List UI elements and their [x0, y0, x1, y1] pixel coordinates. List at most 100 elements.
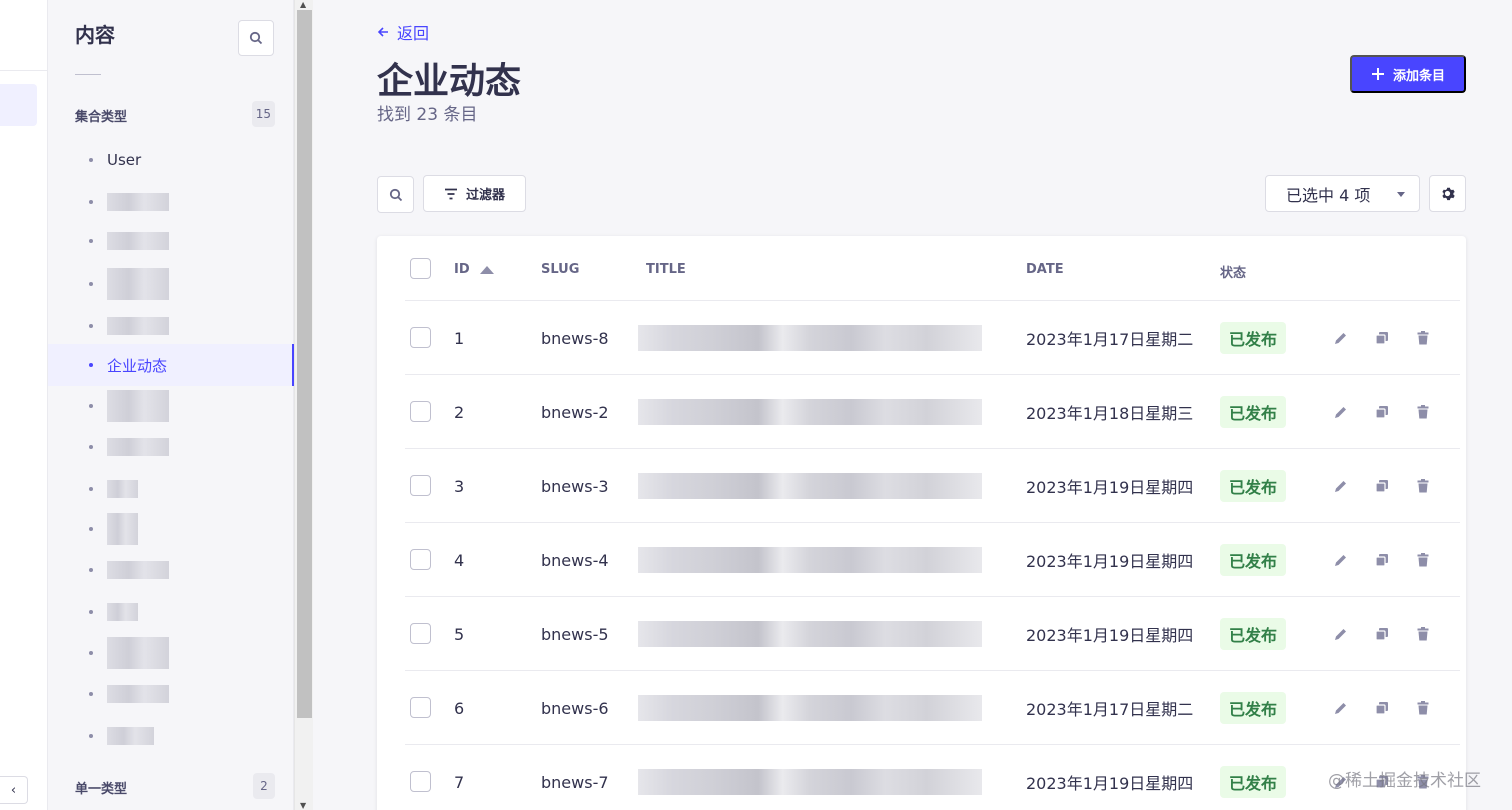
sidebar-item[interactable]: User	[48, 139, 294, 181]
table-header: ID SLUG TITLE DATE 状态	[405, 236, 1460, 301]
column-date-header[interactable]: DATE	[1026, 262, 1064, 277]
collapse-nav-button[interactable]: ‹	[0, 776, 28, 804]
sidebar-item[interactable]	[48, 549, 294, 591]
sidebar-item[interactable]	[48, 508, 294, 550]
sidebar-item-label	[107, 317, 169, 335]
sidebar-item[interactable]	[48, 181, 294, 223]
row-id: 4	[454, 550, 465, 570]
row-checkbox[interactable]	[410, 401, 431, 422]
sidebar-search-button[interactable]	[238, 20, 274, 56]
row-checkbox[interactable]	[410, 697, 431, 718]
row-date: 2023年1月19日星期四	[1026, 774, 1194, 793]
duplicate-button[interactable]	[1372, 328, 1392, 348]
filter-button[interactable]: 过滤器	[423, 175, 526, 212]
duplicate-button[interactable]	[1372, 698, 1392, 718]
sidebar-item[interactable]	[48, 591, 294, 633]
delete-button[interactable]	[1413, 476, 1433, 496]
rail-content-manager-item[interactable]	[0, 84, 37, 126]
sidebar-item-label	[107, 603, 138, 621]
row-date: 2023年1月17日星期二	[1026, 700, 1194, 719]
column-slug-header[interactable]: SLUG	[541, 262, 579, 277]
row-checkbox[interactable]	[410, 623, 431, 644]
bullet-dot	[89, 158, 93, 162]
table-search-button[interactable]	[377, 176, 414, 213]
select-all-checkbox[interactable]	[410, 258, 431, 279]
edit-button[interactable]	[1331, 476, 1351, 496]
sidebar-item-label	[107, 727, 154, 745]
collection-types-header[interactable]: 集合类型 15	[75, 101, 275, 127]
table-row[interactable]: 3 bnews-3 2023年1月19日星期四 已发布	[405, 449, 1460, 523]
row-checkbox[interactable]	[410, 771, 431, 792]
pencil-icon	[1335, 629, 1346, 640]
duplicate-button[interactable]	[1372, 402, 1392, 422]
displayed-fields-select[interactable]: 已选中 4 项	[1265, 175, 1420, 212]
edit-button[interactable]	[1331, 624, 1351, 644]
table-row[interactable]: 2 bnews-2 2023年1月18日星期三 已发布	[405, 375, 1460, 449]
delete-button[interactable]	[1413, 328, 1433, 348]
sidebar-item[interactable]	[48, 426, 294, 468]
column-id-label: ID	[454, 262, 470, 277]
main-nav-rail: ‹	[0, 0, 48, 810]
row-checkbox[interactable]	[410, 549, 431, 570]
sidebar-item-active[interactable]: 企业动态	[48, 344, 294, 386]
column-title-header[interactable]: TITLE	[646, 262, 686, 277]
delete-button[interactable]	[1413, 550, 1433, 570]
duplicate-button[interactable]	[1372, 550, 1392, 570]
row-checkbox[interactable]	[410, 327, 431, 348]
sidebar-item[interactable]	[48, 220, 294, 262]
scroll-up-arrow[interactable]: ▲	[300, 0, 306, 9]
status-badge: 已发布	[1220, 396, 1287, 428]
sidebar-item-label	[107, 193, 169, 211]
bullet-dot	[89, 568, 93, 572]
sidebar-item-label	[107, 513, 138, 545]
sidebar-item[interactable]	[48, 715, 294, 757]
sidebar-item[interactable]	[48, 263, 294, 305]
row-id: 5	[454, 624, 465, 644]
edit-button[interactable]	[1331, 550, 1351, 570]
sidebar-item[interactable]	[48, 385, 294, 427]
sidebar-item[interactable]	[48, 632, 294, 674]
bullet-dot	[89, 363, 93, 367]
bullet-dot	[89, 200, 93, 204]
duplicate-icon	[1375, 628, 1388, 641]
sidebar-title: 内容	[75, 23, 115, 47]
row-checkbox[interactable]	[410, 475, 431, 496]
table-row[interactable]: 4 bnews-4 2023年1月19日星期四 已发布	[405, 523, 1460, 597]
sidebar-item[interactable]	[48, 468, 294, 510]
scroll-down-arrow[interactable]: ▼	[300, 801, 306, 810]
sidebar-item-label	[107, 268, 169, 300]
row-date: 2023年1月18日星期三	[1026, 404, 1194, 423]
delete-button[interactable]	[1413, 402, 1433, 422]
edit-button[interactable]	[1331, 328, 1351, 348]
duplicate-button[interactable]	[1372, 476, 1392, 496]
table-row[interactable]: 1 bnews-8 2023年1月17日星期二 已发布	[405, 301, 1460, 375]
table-row[interactable]: 6 bnews-6 2023年1月17日星期二 已发布	[405, 671, 1460, 745]
delete-button[interactable]	[1413, 698, 1433, 718]
sidebar-scrollbar[interactable]: ▲ ▼	[294, 0, 313, 810]
delete-button[interactable]	[1413, 624, 1433, 644]
row-date: 2023年1月19日星期四	[1026, 552, 1194, 571]
edit-button[interactable]	[1331, 402, 1351, 422]
add-entry-label: 添加条目	[1392, 67, 1445, 83]
sidebar-item-label	[107, 685, 169, 703]
trash-icon	[1417, 405, 1429, 419]
collection-types-label: 集合类型	[75, 110, 128, 125]
edit-button[interactable]	[1331, 698, 1351, 718]
sidebar-item[interactable]	[48, 305, 294, 347]
table-row[interactable]: 5 bnews-5 2023年1月19日星期四 已发布	[405, 597, 1460, 671]
bullet-dot	[89, 734, 93, 738]
bullet-dot	[89, 282, 93, 286]
sidebar-item[interactable]	[48, 673, 294, 715]
sidebar-item-label	[107, 637, 169, 669]
list-settings-button[interactable]	[1429, 175, 1466, 212]
scrollbar-thumb[interactable]	[297, 10, 312, 718]
table-row[interactable]: 7 bnews-7 2023年1月19日星期四 已发布	[405, 745, 1460, 810]
back-link[interactable]: 返回	[377, 20, 429, 44]
status-badge: 已发布	[1220, 766, 1287, 798]
duplicate-button[interactable]	[1372, 624, 1392, 644]
entry-count: 找到 23 条目	[377, 105, 478, 125]
trash-icon	[1417, 701, 1429, 715]
add-entry-button[interactable]: 添加条目	[1350, 55, 1466, 93]
single-types-header[interactable]: 单一类型 2	[75, 773, 275, 799]
column-id-header[interactable]: ID	[454, 262, 494, 277]
